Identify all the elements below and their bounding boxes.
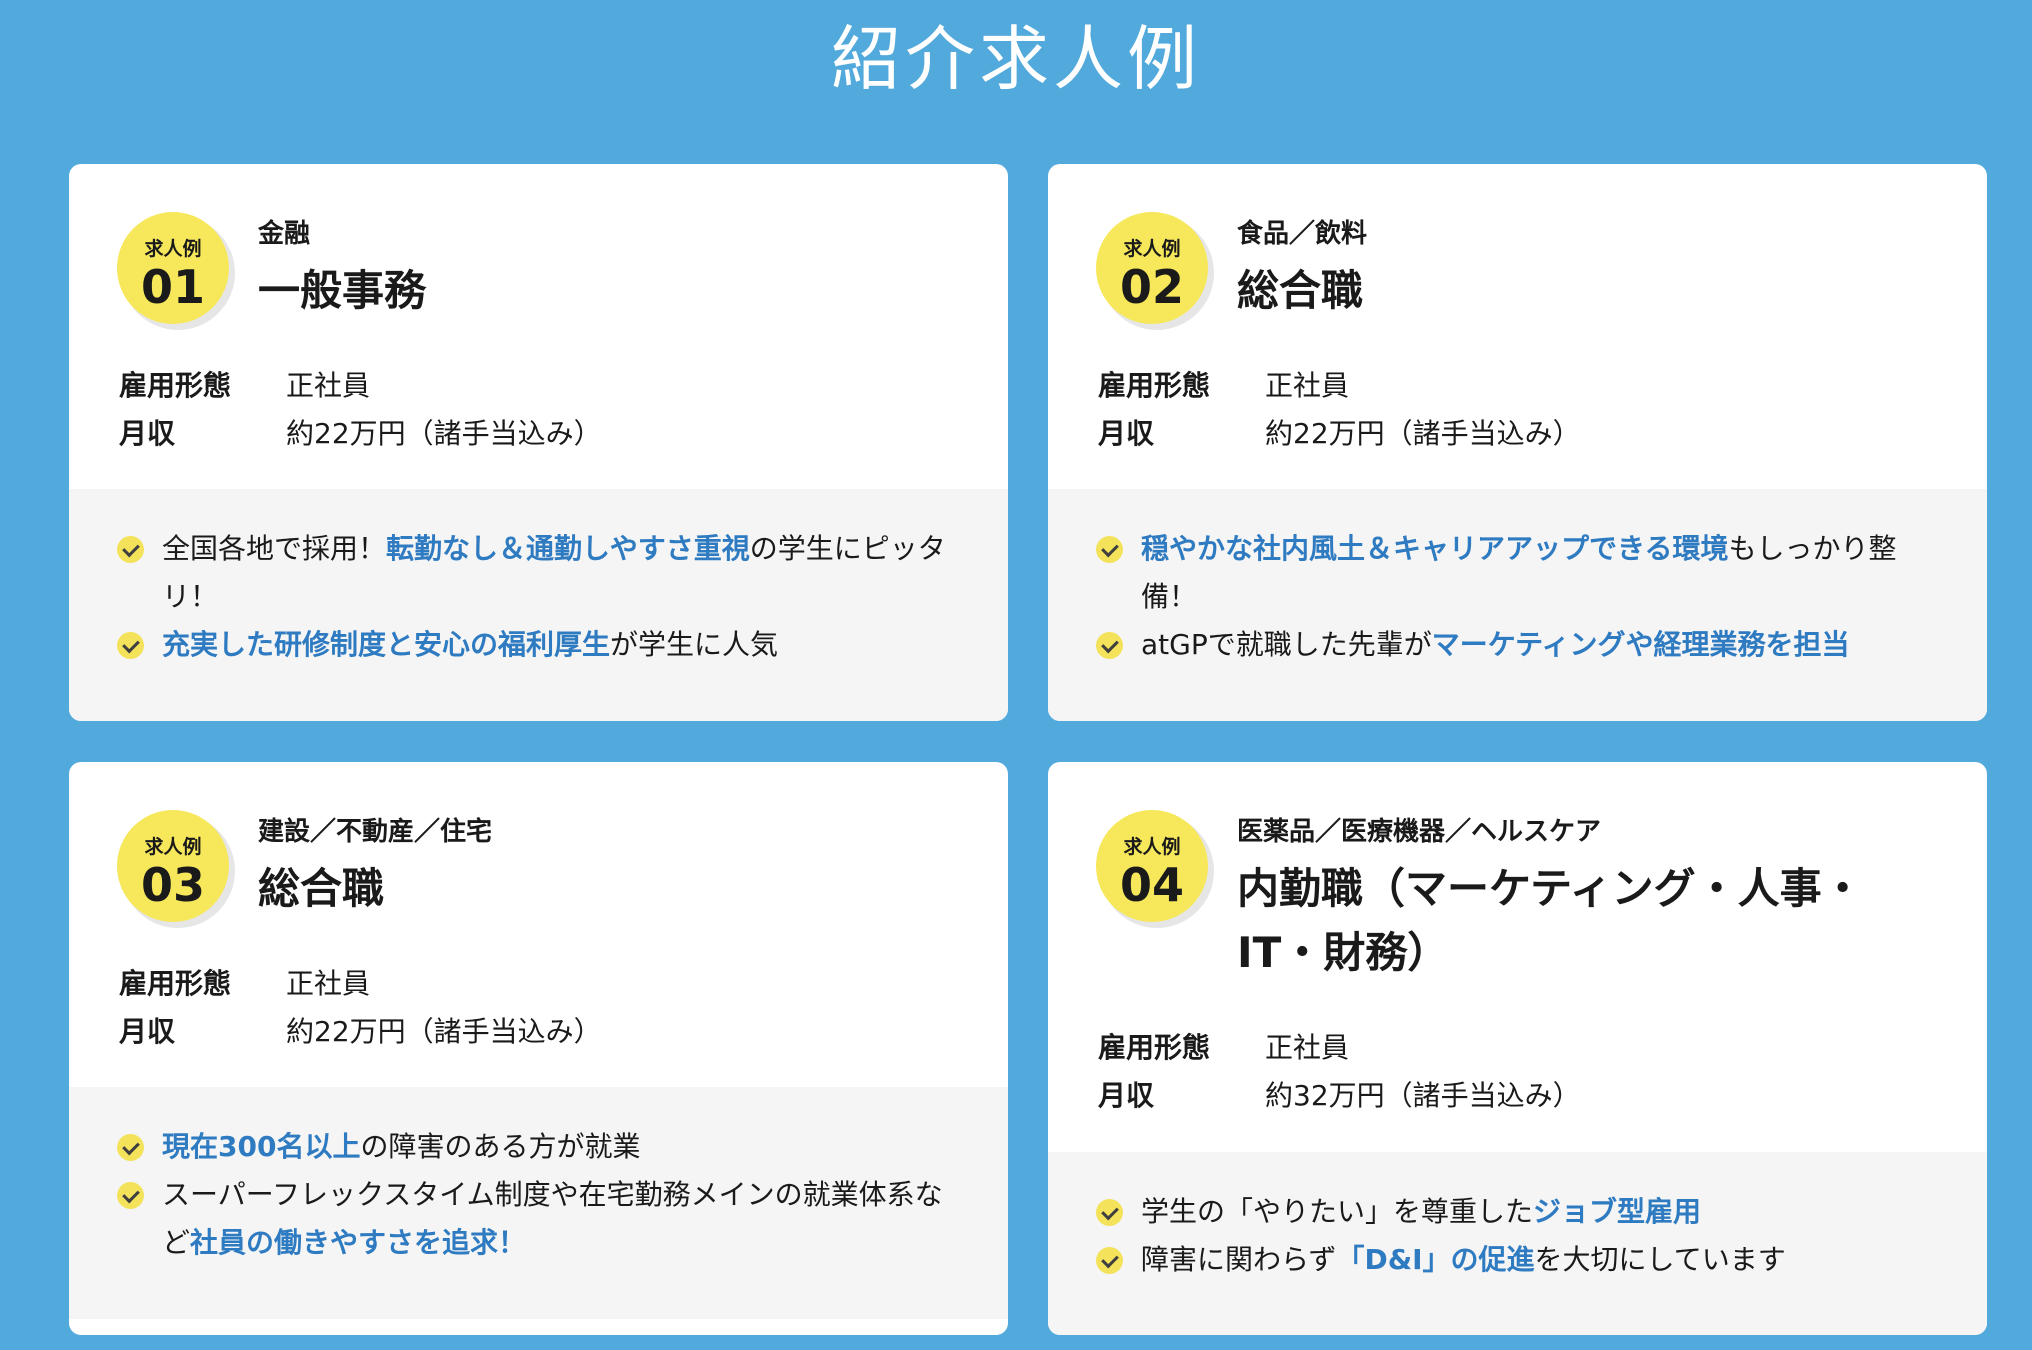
salary-value: 約22万円（諸手当込み） [286,417,602,450]
employment-label: 雇用形態 [1098,369,1211,402]
employment-row: 雇用形態 正社員 [1098,1024,1581,1072]
badge-label: 求人例 [144,836,202,858]
industry-label: 金融 [258,219,311,249]
job-title: 一般事務 [258,266,427,315]
employment-row: 雇用形態 正社員 [1098,362,1581,410]
salary-value: 約32万円（諸手当込み） [1265,1079,1581,1112]
job-number-badge: 求人例 03 [117,810,229,922]
employment-value: 正社員 [1265,1031,1350,1064]
feature-text: 全国各地で採用！ [162,532,387,565]
feature-item: スーパーフレックスタイム制度や在宅勤務メインの就業体系など社員の働きやすさを追求… [117,1171,958,1267]
job-number-badge: 求人例 01 [117,212,229,324]
job-card-01[interactable]: 求人例 01 金融 一般事務 雇用形態 正社員 月収 約22万円（諸手当込み） 全国… [69,164,1008,721]
check-icon [1096,1199,1123,1226]
feature-list: 穏やかな社内風土＆キャリアアップできる環境もしっかり整備！ atGPで就職した先… [1048,489,1987,721]
feature-highlight: 転勤なし＆通勤しやすさ重視 [386,532,750,565]
feature-highlight: マーケティングや経理業務を担当 [1431,628,1850,661]
feature-text: の障害のある方が就業 [360,1130,641,1163]
badge-number: 03 [140,858,205,912]
salary-label: 月収 [1098,417,1155,450]
feature-text: を大切にしています [1534,1243,1786,1276]
employment-value: 正社員 [286,967,371,1000]
feature-item: atGPで就職した先輩がマーケティングや経理業務を担当 [1096,621,1937,669]
check-icon [1096,536,1123,563]
salary-row: 月収 約22万円（諸手当込み） [1098,410,1581,458]
job-info: 雇用形態 正社員 月収 約32万円（諸手当込み） [1098,1024,1581,1120]
employment-value: 正社員 [1265,369,1350,402]
badge-label: 求人例 [1123,836,1181,858]
salary-label: 月収 [1098,1079,1155,1112]
job-card-03[interactable]: 求人例 03 建設／不動産／住宅 総合職 雇用形態 正社員 月収 約22万円（諸手当… [69,762,1008,1335]
feature-list: 学生の「やりたい」を尊重したジョブ型雇用 障害に関わらず「D&I」の促進を大切に… [1048,1152,1987,1335]
employment-label: 雇用形態 [119,369,232,402]
job-info: 雇用形態 正社員 月収 約22万円（諸手当込み） [1098,362,1581,458]
job-title: 総合職 [258,864,385,913]
check-icon [117,1182,144,1209]
feature-text: が学生に人気 [610,628,779,661]
feature-text: atGPで就職した先輩が [1141,628,1432,661]
salary-value: 約22万円（諸手当込み） [1265,417,1581,450]
job-info: 雇用形態 正社員 月収 約22万円（諸手当込み） [119,362,602,458]
job-number-badge: 求人例 04 [1096,810,1208,922]
job-title: 内勤職（マーケティング・人事・IT・財務） [1237,864,1864,977]
feature-item: 現在300名以上の障害のある方が就業 [117,1123,958,1171]
feature-highlight: 現在300名以上 [162,1130,361,1163]
salary-row: 月収 約22万円（諸手当込み） [119,410,602,458]
employment-value: 正社員 [286,369,371,402]
job-card-04[interactable]: 求人例 04 医薬品／医療機器／ヘルスケア 内勤職（マーケティング・人事・IT・… [1048,762,1987,1335]
employment-label: 雇用形態 [1098,1031,1211,1064]
feature-highlight: ジョブ型雇用 [1533,1195,1702,1228]
industry-label: 医薬品／医療機器／ヘルスケア [1237,817,1602,847]
employment-row: 雇用形態 正社員 [119,362,602,410]
feature-highlight: 「D&I」の促進 [1336,1243,1535,1276]
check-icon [117,536,144,563]
badge-number: 02 [1119,260,1184,314]
feature-item: 障害に関わらず「D&I」の促進を大切にしています [1096,1236,1937,1284]
feature-highlight: 充実した研修制度と安心の福利厚生 [162,628,611,661]
badge-label: 求人例 [1123,238,1181,260]
salary-row: 月収 約32万円（諸手当込み） [1098,1072,1581,1120]
job-number-badge: 求人例 02 [1096,212,1208,324]
job-info: 雇用形態 正社員 月収 約22万円（諸手当込み） [119,960,602,1056]
employment-row: 雇用形態 正社員 [119,960,602,1008]
job-title: 総合職 [1237,266,1364,315]
salary-value: 約22万円（諸手当込み） [286,1015,602,1048]
check-icon [117,632,144,659]
feature-item: 全国各地で採用！転勤なし＆通勤しやすさ重視の学生にピッタリ！ [117,525,958,621]
salary-label: 月収 [119,1015,176,1048]
feature-list: 現在300名以上の障害のある方が就業 スーパーフレックスタイム制度や在宅勤務メイ… [69,1087,1008,1319]
industry-label: 食品／飲料 [1237,219,1368,249]
check-icon [117,1134,144,1161]
feature-text: 学生の「やりたい」を尊重した [1141,1195,1534,1228]
badge-number: 04 [1119,858,1184,912]
check-icon [1096,1247,1123,1274]
salary-row: 月収 約22万円（諸手当込み） [119,1008,602,1056]
feature-item: 穏やかな社内風土＆キャリアアップできる環境もしっかり整備！ [1096,525,1937,621]
badge-label: 求人例 [144,238,202,260]
feature-list: 全国各地で採用！転勤なし＆通勤しやすさ重視の学生にピッタリ！ 充実した研修制度と… [69,489,1008,721]
salary-label: 月収 [119,417,176,450]
page-title: 紹介求人例 [831,18,1201,100]
check-icon [1096,632,1123,659]
badge-number: 01 [140,260,205,314]
industry-label: 建設／不動産／住宅 [258,817,493,847]
feature-highlight: 社員の働きやすさを追求！ [190,1226,527,1259]
job-card-02[interactable]: 求人例 02 食品／飲料 総合職 雇用形態 正社員 月収 約22万円（諸手当込み） … [1048,164,1987,721]
feature-item: 充実した研修制度と安心の福利厚生が学生に人気 [117,621,958,669]
employment-label: 雇用形態 [119,967,232,1000]
feature-text: 障害に関わらず [1141,1243,1337,1276]
feature-highlight: 穏やかな社内風土＆キャリアアップできる環境 [1141,532,1729,565]
feature-item: 学生の「やりたい」を尊重したジョブ型雇用 [1096,1188,1937,1236]
